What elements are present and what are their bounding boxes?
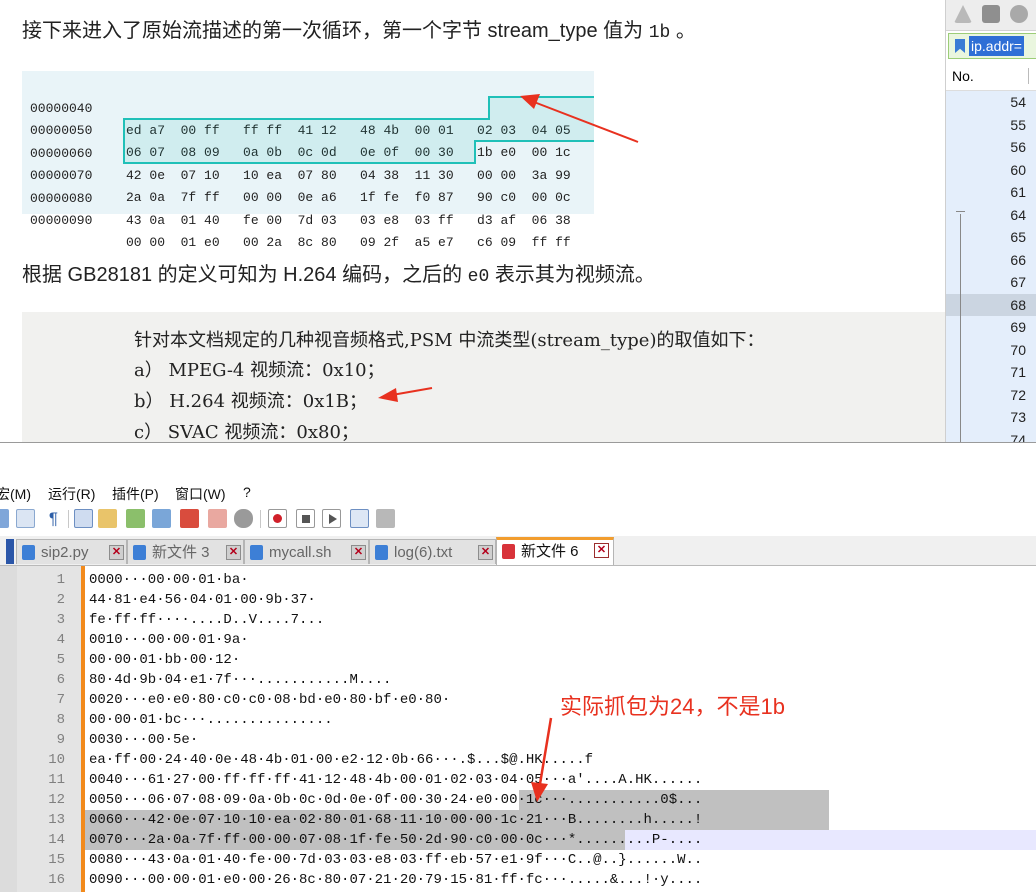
code-line[interactable]: 4 0010···00·00·01·9a·	[57, 630, 1036, 650]
inline-code-1b: 1b	[648, 23, 671, 43]
code-line[interactable]: 3 fe·ff·ff····....D..V....7...	[57, 610, 1036, 630]
inline-code-e0: e0	[467, 267, 490, 287]
close-tab-icon[interactable]: ✕	[226, 545, 241, 560]
code-line[interactable]: 12 0050···06·07·08·09·0a·0b·0c·0d·0e·0f·0…	[48, 790, 1036, 810]
file-saved-icon	[375, 545, 388, 560]
tab-new-file-3[interactable]: 新文件 3 ✕	[127, 539, 244, 564]
stop-macro-icon[interactable]	[296, 509, 315, 528]
wireshark-toolbar	[946, 0, 1036, 31]
close-tab-icon[interactable]: ✕	[109, 545, 124, 560]
conversation-tree-tick	[956, 211, 965, 212]
code-line[interactable]: 1 0000···00·00·01·ba·	[57, 570, 1036, 590]
menu-help[interactable]: ?	[243, 484, 251, 500]
menu-bar: 宏(M) 运行(R) 插件(P) 窗口(W) ?	[0, 483, 1036, 505]
file-unsaved-icon	[502, 544, 515, 559]
code-line[interactable]: 13 0060···42·0e·07·10·10·ea·02·80·01·68·1…	[48, 810, 1036, 830]
packet-list-header: No.	[946, 62, 1036, 91]
code-line[interactable]: 11 0040···61·27·00·ff·ff·ff·41·12·48·4b·0…	[48, 770, 1036, 790]
code-line[interactable]: 9 0030···00·5e·	[57, 730, 1036, 750]
tab-log6-txt[interactable]: log(6).txt ✕	[369, 539, 496, 564]
close-tab-icon[interactable]: ✕	[478, 545, 493, 560]
code-line[interactable]: 6 80·4d·9b·04·e1·7f···...........M....	[57, 670, 1036, 690]
open-folder-icon[interactable]	[208, 509, 227, 528]
tab-bar: sip2.py ✕ 新文件 3 ✕ mycall.sh ✕ log(6).txt…	[0, 536, 1036, 566]
packet-row[interactable]: 55	[946, 113, 1036, 136]
tab-new-file-6[interactable]: 新文件 6 ✕	[496, 537, 614, 565]
record-macro-icon[interactable]	[268, 509, 287, 528]
spec-line: a） MPEG-4 视频流：0x10；	[134, 360, 385, 381]
code-line[interactable]: 16 0090···00·00·01·e0·00·26·8c·80·07·21·2…	[48, 870, 1036, 890]
save-macro-icon[interactable]	[376, 509, 395, 528]
article-screenshot: 接下来进入了原始流描述的第一次循环，第一个字节 stream_type 值为 1…	[0, 0, 945, 442]
code-line[interactable]: 5 00·00·01·bb·00·12·	[57, 650, 1036, 670]
close-tab-icon[interactable]: ✕	[594, 543, 609, 558]
column-divider[interactable]	[1028, 68, 1029, 84]
editor-margin	[0, 566, 17, 892]
spec-line: c） SVAC 视频流：0x80；	[134, 422, 359, 442]
code-line[interactable]: 2 44·81·e4·56·04·01·00·9b·37·	[57, 590, 1036, 610]
bookmark-icon[interactable]	[955, 39, 965, 53]
spec-line: b） H.264 视频流：0x1B；	[134, 391, 368, 412]
menu-window[interactable]: 窗口(W)	[175, 484, 226, 504]
editor-text-area[interactable]: 1 0000···00·00·01·ba· 2 44·81·e4·56·04·01·…	[48, 566, 1036, 892]
menu-macro[interactable]: 宏(M)	[0, 484, 31, 504]
menu-run[interactable]: 运行(R)	[48, 484, 95, 504]
packet-row[interactable]: 60	[946, 158, 1036, 181]
wireshark-window-fragment: ip.addr= No. 54 55 56 60 61 64 65 66 67 …	[945, 0, 1036, 442]
restart-capture-icon[interactable]	[1010, 5, 1028, 23]
code-line-current[interactable]: 14 0070···2a·0a·7f·ff·00·00·07·08·1f·fe·5…	[48, 830, 1036, 850]
conversation-tree-line	[960, 214, 961, 442]
hex-dump-block: 00000040 ed a7 00 ff ff ff 41 12 48 4b 0…	[22, 71, 594, 250]
shark-fin-icon[interactable]	[954, 5, 972, 23]
tab-scroll-edge[interactable]	[6, 539, 14, 564]
document-map-icon[interactable]	[126, 509, 145, 528]
packet-row[interactable]: 54	[946, 91, 1036, 114]
user-language-icon[interactable]	[98, 509, 117, 528]
column-header-no[interactable]: No.	[952, 62, 974, 90]
indent-guide-icon[interactable]	[74, 509, 93, 528]
annotation-text: 实际抓包为24，不是1b	[560, 694, 785, 719]
file-saved-icon	[133, 545, 146, 560]
packet-row[interactable]: 61	[946, 181, 1036, 204]
word-wrap-icon[interactable]	[16, 509, 35, 528]
function-list-icon[interactable]	[152, 509, 171, 528]
play-macro-icon[interactable]	[322, 509, 341, 528]
code-line[interactable]: 15 0080···43·0a·01·40·fe·00·7d·03·03·e8·0…	[48, 850, 1036, 870]
display-filter-input[interactable]: ip.addr=	[948, 33, 1036, 59]
paragraph-stream-type: 接下来进入了原始流描述的第一次循环，第一个字节 stream_type 值为 1…	[22, 20, 696, 43]
scanned-spec-excerpt: 针对本文档规定的几种视音频格式,PSM 中流类型(stream_type)的取值…	[22, 312, 945, 442]
code-line[interactable]: 10 ea·ff·00·24·40·0e·48·4b·01·00·e2·12·0b…	[48, 750, 1036, 770]
stop-capture-icon[interactable]	[982, 5, 1000, 23]
file-saved-icon	[22, 545, 35, 560]
monitoring-icon[interactable]	[234, 509, 253, 528]
spec-line: 针对本文档规定的几种视音频格式,PSM 中流类型(stream_type)的取值…	[134, 330, 765, 351]
toolbar-separator	[68, 510, 69, 528]
folder-as-workspace-icon[interactable]	[180, 509, 199, 528]
tab-mycall-sh[interactable]: mycall.sh ✕	[244, 539, 369, 564]
indent-icon[interactable]	[0, 509, 9, 528]
paragraph-h264: 根据 GB28181 的定义可知为 H.264 编码，之后的 e0 表示其为视频…	[22, 264, 655, 287]
file-saved-icon	[250, 545, 263, 560]
toolbar: ¶	[0, 505, 1036, 533]
run-macro-multiple-icon[interactable]	[350, 509, 369, 528]
toolbar-separator	[260, 510, 261, 528]
menu-plugins[interactable]: 插件(P)	[112, 484, 159, 504]
teal-highlight-outline	[123, 96, 594, 164]
packet-row[interactable]: 56	[946, 136, 1036, 159]
tab-sip2-py[interactable]: sip2.py ✕	[16, 539, 127, 564]
close-tab-icon[interactable]: ✕	[351, 545, 366, 560]
notepad-plus-plus-window: 宏(M) 运行(R) 插件(P) 窗口(W) ? ¶ sip2.py ✕ 新文件…	[0, 443, 1036, 892]
show-all-characters-icon[interactable]: ¶	[44, 509, 63, 528]
